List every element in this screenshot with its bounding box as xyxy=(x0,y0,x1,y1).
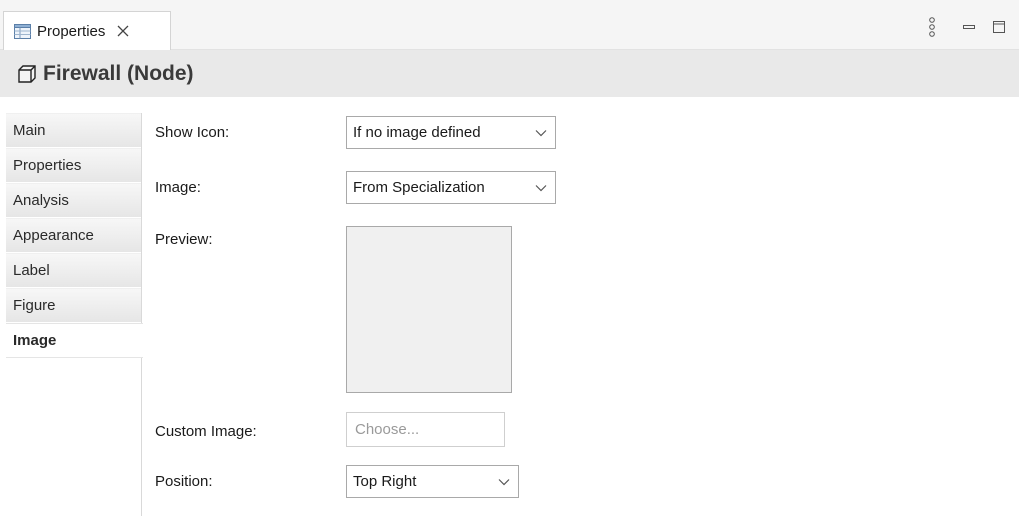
position-label: Position: xyxy=(155,473,213,490)
section-figure[interactable]: Figure xyxy=(6,288,141,323)
choose-image-button[interactable]: Choose... xyxy=(346,412,505,447)
image-select[interactable]: From Specialization xyxy=(346,171,556,204)
chevron-down-icon xyxy=(527,172,555,203)
preview-label: Preview: xyxy=(155,231,213,248)
chevron-down-icon xyxy=(490,466,518,497)
position-select[interactable]: Top Right xyxy=(346,465,519,498)
position-value: Top Right xyxy=(353,473,417,490)
maximize-icon[interactable] xyxy=(990,18,1008,36)
minimize-icon[interactable] xyxy=(960,18,978,36)
node-cube-icon xyxy=(18,64,36,83)
view-tab-bar: Properties xyxy=(0,0,1019,50)
section-label[interactable]: Label xyxy=(6,253,141,288)
section-properties[interactable]: Properties xyxy=(6,148,141,183)
view-menu-icon[interactable] xyxy=(923,17,941,37)
close-icon[interactable] xyxy=(115,23,131,39)
section-image[interactable]: Image xyxy=(6,323,143,358)
show-icon-select[interactable]: If no image defined xyxy=(346,116,556,149)
section-list: Main Properties Analysis Appearance Labe… xyxy=(6,113,143,516)
properties-title-bar: Firewall (Node) xyxy=(0,50,1019,97)
show-icon-value: If no image defined xyxy=(353,124,481,141)
tab-label: Properties xyxy=(37,22,106,40)
section-analysis[interactable]: Analysis xyxy=(6,183,141,218)
image-value: From Specialization xyxy=(353,179,485,196)
page-title: Firewall (Node) xyxy=(43,61,194,85)
custom-image-label: Custom Image: xyxy=(155,423,257,440)
image-label: Image: xyxy=(155,179,201,196)
image-preview xyxy=(346,226,512,393)
tab-properties[interactable]: Properties xyxy=(3,11,171,50)
section-main[interactable]: Main xyxy=(6,113,141,148)
properties-table-icon xyxy=(14,23,31,39)
section-appearance[interactable]: Appearance xyxy=(6,218,141,253)
show-icon-label: Show Icon: xyxy=(155,124,230,141)
chevron-down-icon xyxy=(527,117,555,148)
